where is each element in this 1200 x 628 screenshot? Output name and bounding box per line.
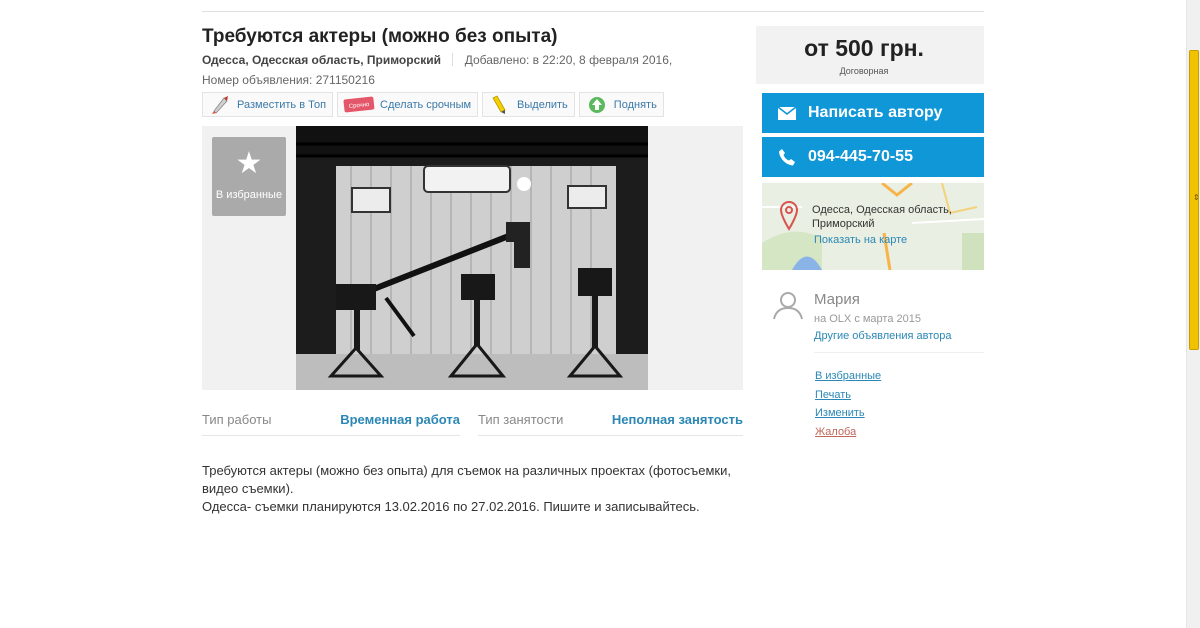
show-phone-button[interactable]: 094-445-70-55: [762, 137, 984, 177]
highlighter-icon: [487, 94, 513, 115]
message-author-button[interactable]: Написать автору: [762, 93, 984, 133]
raise-button[interactable]: Поднять: [578, 92, 664, 117]
seller-name: Мария: [814, 291, 860, 308]
star-icon: ★: [235, 147, 263, 180]
map-pin-icon: [779, 200, 799, 236]
raise-label: Поднять: [613, 98, 657, 111]
rocket-icon: [207, 95, 233, 115]
show-on-map-link[interactable]: Показать на карте: [814, 234, 907, 246]
job-params: Тип работы Временная работа Тип занятост…: [202, 408, 743, 438]
favorites-link[interactable]: В избранные: [815, 367, 881, 386]
listing-location[interactable]: Одесса, Одесская область, Приморский: [202, 53, 441, 67]
param-work-type: Тип работы Временная работа: [202, 408, 460, 436]
listing-added-date: Добавлено: в 22:20, 8 февраля 2016,: [464, 53, 673, 67]
page-scrollbar[interactable]: ⇕: [1186, 0, 1200, 628]
price-note: Договорная: [839, 66, 889, 76]
highlight-label: Выделить: [517, 98, 568, 111]
make-urgent-label: Сделать срочным: [380, 98, 472, 111]
map-address-line: Одесса, Одесская область,: [812, 204, 952, 216]
promo-actions: Разместить в Топ Срочно Сделать срочным …: [202, 92, 664, 117]
raise-arrow-icon: [584, 95, 610, 115]
promote-top-button[interactable]: Разместить в Топ: [202, 92, 334, 117]
seller-other-ads-link[interactable]: Другие объявления автора: [814, 330, 952, 342]
envelope-icon: [778, 106, 796, 120]
param-work-type-key: Тип работы: [202, 412, 272, 427]
print-link[interactable]: Печать: [815, 386, 881, 405]
map-address-line: Приморский: [812, 218, 875, 230]
param-employment-key: Тип занятости: [478, 412, 564, 427]
user-avatar-icon: [772, 290, 804, 325]
location-map[interactable]: Одесса, Одесская область, Приморский Пок…: [762, 183, 984, 270]
listing-description: Требуются актеры (можно без опыта) для с…: [202, 462, 742, 516]
price-box: от 500 грн. Договорная: [744, 26, 984, 84]
listing-photo[interactable]: [296, 126, 648, 390]
meta-separator: [452, 53, 454, 66]
seller-since: на OLX с марта 2015: [814, 313, 921, 325]
description-line: Требуются актеры (можно без опыта) для с…: [202, 463, 731, 496]
listing-ad-number: Номер объявления: 271150216: [202, 73, 375, 87]
photo-gallery: ★ В избранные: [202, 126, 743, 390]
phone-number: 094-445-70-55: [808, 148, 913, 165]
seller-divider: [814, 352, 984, 353]
promote-top-label: Разместить в Топ: [237, 98, 327, 111]
urgent-tag-icon: Срочно: [342, 95, 376, 115]
param-employment-value[interactable]: Неполная занятость: [612, 412, 743, 427]
listing-meta: Одесса, Одесская область, Приморский Доб…: [202, 53, 672, 67]
listing-title: Требуются актеры (можно без опыта): [202, 26, 558, 47]
param-work-type-value[interactable]: Временная работа: [340, 412, 460, 427]
phone-icon: [778, 148, 796, 166]
edit-link[interactable]: Изменить: [815, 404, 881, 423]
add-to-favorites-button[interactable]: ★ В избранные: [212, 137, 286, 216]
price-amount: от 500 грн.: [804, 35, 924, 61]
price-box-notch: [744, 26, 756, 84]
scroll-grip-icon: ⇕: [1193, 193, 1200, 202]
description-line: Одесса- съемки планируются 13.02.2016 по…: [202, 499, 700, 514]
param-employment: Тип занятости Неполная занятость: [478, 408, 743, 436]
make-urgent-button[interactable]: Срочно Сделать срочным: [337, 92, 479, 117]
map-address: Одесса, Одесская область, Приморский: [812, 203, 952, 231]
message-author-label: Написать автору: [808, 104, 943, 121]
top-divider: [202, 11, 984, 12]
highlight-button[interactable]: Выделить: [482, 92, 575, 117]
side-links: В избранные Печать Изменить Жалоба: [815, 367, 881, 441]
favorites-label: В избранные: [215, 189, 283, 201]
complaint-link[interactable]: Жалоба: [815, 423, 881, 442]
scrollbar-thumb[interactable]: ⇕: [1189, 50, 1200, 350]
